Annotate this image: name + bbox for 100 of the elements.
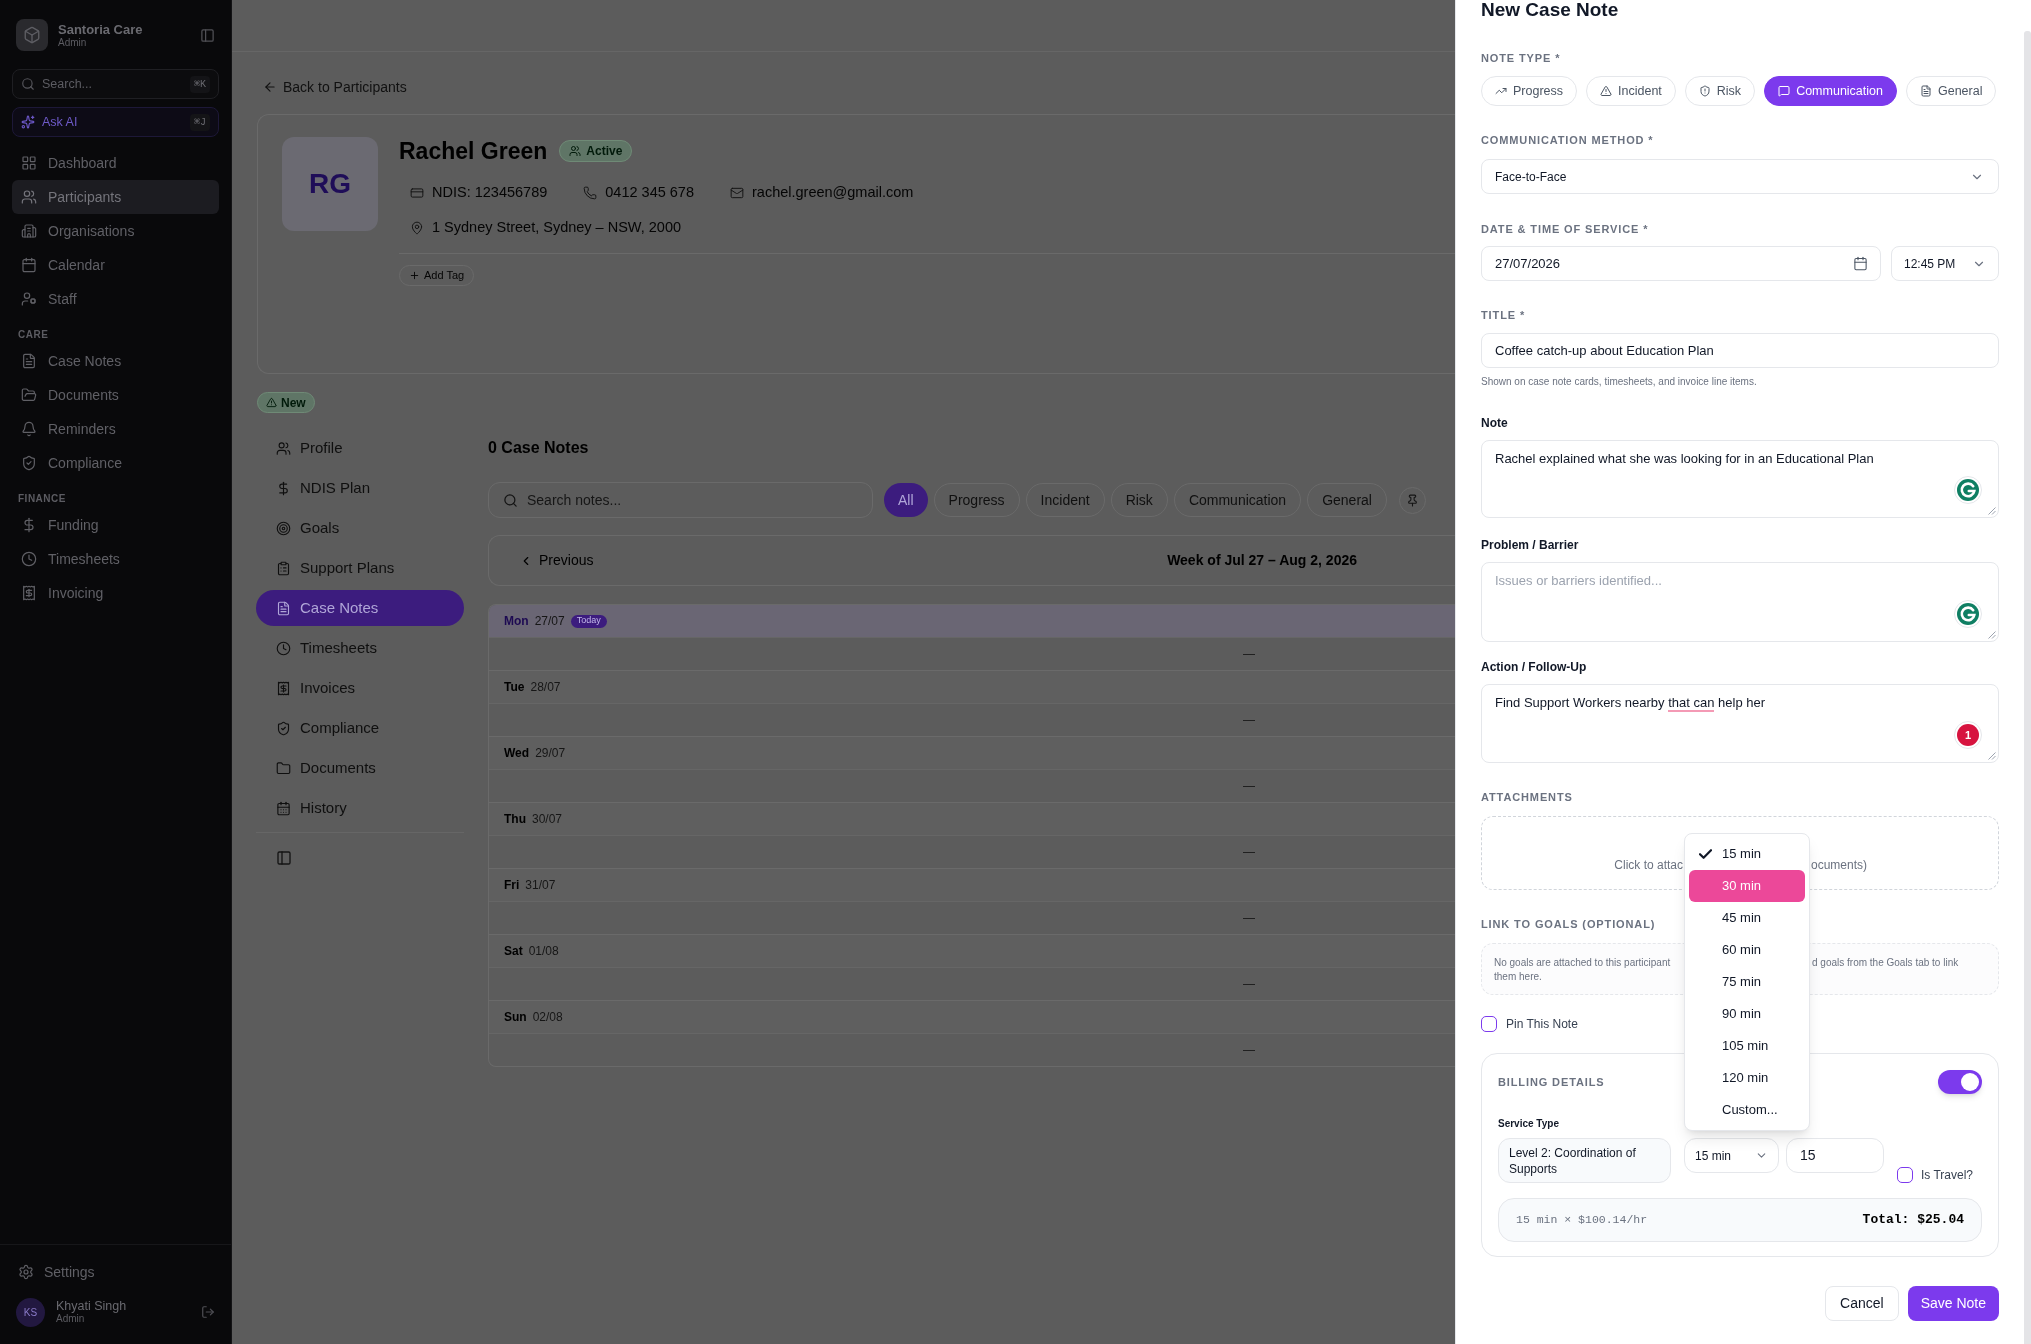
dropdown-option[interactable]: 30 min xyxy=(1689,870,1805,902)
phone-number-text: 0412 345 678 xyxy=(605,183,694,202)
shortcut-key: ⌘K xyxy=(189,75,210,93)
sidebar-item[interactable]: Compliance xyxy=(12,446,219,480)
pin-checkbox[interactable] xyxy=(1481,1016,1497,1032)
sidebar-item[interactable]: Participants xyxy=(12,180,219,214)
resize-handle-icon[interactable] xyxy=(1988,631,1996,639)
day-date-text: 29/07 xyxy=(535,745,566,762)
field-label: DATE & TIME OF SERVICE * xyxy=(1481,222,1649,236)
dropdown-option[interactable]: 75 min xyxy=(1689,966,1805,998)
clock-icon xyxy=(21,551,37,567)
sidebar-item[interactable]: Invoicing xyxy=(12,576,219,610)
week-range-label: Week of Jul 27 – Aug 2, 2026 xyxy=(1167,551,1357,570)
sidebar-item[interactable]: Staff xyxy=(12,282,219,316)
profile-tab[interactable]: Case Notes xyxy=(256,590,464,626)
action-textarea[interactable]: Find Support Workers nearby that can help her 1 xyxy=(1481,684,1999,763)
problem-textarea[interactable]: Issues or barriers identified... xyxy=(1481,562,1999,642)
sidebar-item[interactable]: Organisations xyxy=(12,214,219,248)
status-text: Active xyxy=(586,143,623,160)
panel-toggle-icon[interactable] xyxy=(200,27,215,43)
resize-handle-icon[interactable] xyxy=(1988,507,1996,515)
date-field[interactable]: 27/07/2026 xyxy=(1481,246,1881,281)
sidebar-item[interactable]: Timesheets xyxy=(12,542,219,576)
day-date-text: 01/08 xyxy=(528,943,559,960)
panel-toggle-icon[interactable] xyxy=(276,850,292,866)
settings-item[interactable]: Settings xyxy=(12,1255,219,1289)
communication-method-select[interactable]: Face-to-Face xyxy=(1481,159,1999,194)
travel-checkbox[interactable] xyxy=(1897,1167,1913,1183)
profile-tab[interactable]: Compliance xyxy=(256,710,464,746)
back-link[interactable]: Back to Participants xyxy=(263,78,407,96)
clipboard-icon xyxy=(276,560,291,576)
empty-day-marker: — xyxy=(1243,646,1255,663)
title-input[interactable]: Coffee catch-up about Education Plan xyxy=(1481,333,1999,368)
pin-icon xyxy=(1405,493,1419,507)
empty-day-marker: — xyxy=(1243,910,1255,927)
search-icon xyxy=(21,77,35,91)
ask-ai-button[interactable]: Ask AI ⌘J xyxy=(12,107,219,137)
receipt-icon xyxy=(21,585,37,601)
profile-tab[interactable]: Timesheets xyxy=(256,630,464,666)
user-avatar: KS xyxy=(16,1297,45,1327)
profile-tab[interactable]: Documents xyxy=(256,750,464,786)
dropdown-option[interactable]: 60 min xyxy=(1689,934,1805,966)
g-badge-icon[interactable] xyxy=(1954,476,1982,504)
sidebar-item[interactable]: Dashboard xyxy=(12,146,219,180)
scrollbar[interactable] xyxy=(2024,31,2031,1344)
profile-tab[interactable]: NDIS Plan xyxy=(256,470,464,506)
profile-tab[interactable]: Profile xyxy=(256,430,464,466)
calendar-icon xyxy=(21,257,37,273)
billing-toggle[interactable] xyxy=(1938,1070,1982,1094)
profile-tab[interactable]: Goals xyxy=(256,510,464,546)
duration-select[interactable]: 15 min xyxy=(1684,1138,1779,1173)
save-note-button[interactable]: Save Note xyxy=(1907,1286,1999,1321)
previous-week-button[interactable]: Previous xyxy=(519,550,594,571)
sidebar-item[interactable]: Reminders xyxy=(12,412,219,446)
empty-day-marker: — xyxy=(1243,1042,1255,1059)
sparkle-icon xyxy=(21,115,35,129)
logout-icon[interactable] xyxy=(201,1305,215,1319)
goals-empty-text: them here. xyxy=(1494,970,1542,984)
day-date-text: 31/07 xyxy=(525,877,556,894)
day-date-text: 02/08 xyxy=(532,1009,563,1026)
sidebar-item[interactable]: Documents xyxy=(12,378,219,412)
time-select[interactable]: 12:45 PM xyxy=(1891,246,1999,281)
section-heading: CARE xyxy=(18,327,49,342)
note-type-chip[interactable]: Communication xyxy=(1764,76,1897,106)
dropdown-option[interactable]: 105 min xyxy=(1689,1030,1805,1062)
cancel-button[interactable]: Cancel xyxy=(1825,1286,1899,1321)
service-type-field[interactable]: Level 2: Coordination of Supports xyxy=(1498,1138,1671,1183)
day-name-text: Thu xyxy=(504,811,526,828)
dollar-icon xyxy=(276,480,291,496)
minutes-input[interactable]: 15 xyxy=(1786,1138,1884,1173)
field-label: NOTE TYPE * xyxy=(1481,51,1561,65)
dropdown-option[interactable]: 15 min xyxy=(1689,838,1805,870)
dropdown-option[interactable]: 90 min xyxy=(1689,998,1805,1030)
sidebar-item[interactable]: Case Notes xyxy=(12,344,219,378)
card-icon xyxy=(410,185,424,200)
dollar-icon xyxy=(21,517,37,533)
note-textarea[interactable]: Rachel explained what she was looking for in an Educational Plan xyxy=(1481,440,1999,518)
avatar-initials: RG xyxy=(282,137,378,231)
filter-chip[interactable]: All xyxy=(884,483,928,517)
resize-handle-icon[interactable] xyxy=(1988,752,1996,760)
field-label: ATTACHMENTS xyxy=(1481,790,1573,804)
g-badge-icon[interactable] xyxy=(1954,600,1982,628)
profile-tab[interactable]: History xyxy=(256,790,464,826)
today-badge: Today xyxy=(570,614,607,628)
dropdown-option[interactable]: Custom... xyxy=(1689,1094,1805,1126)
issue-count-badge[interactable]: 1 xyxy=(1954,721,1982,749)
profile-tab[interactable]: Invoices xyxy=(256,670,464,706)
users-icon xyxy=(21,189,37,205)
total-text: Total: $25.04 xyxy=(1862,1211,1964,1230)
dropdown-option[interactable]: 45 min xyxy=(1689,902,1805,934)
profile-tab[interactable]: Support Plans xyxy=(256,550,464,586)
day-date-text: 27/07 xyxy=(534,613,565,630)
shield-check-icon xyxy=(276,720,291,736)
shield-alert-icon xyxy=(1698,85,1711,97)
dropdown-option[interactable]: 120 min xyxy=(1689,1062,1805,1094)
sidebar-item[interactable]: Funding xyxy=(12,508,219,542)
ndis-number-text: NDIS: 123456789 xyxy=(432,183,548,202)
search-field[interactable]: Search... ⌘K xyxy=(12,69,219,99)
notes-search-field[interactable]: Search notes... xyxy=(488,482,873,518)
sidebar-item[interactable]: Calendar xyxy=(12,248,219,282)
